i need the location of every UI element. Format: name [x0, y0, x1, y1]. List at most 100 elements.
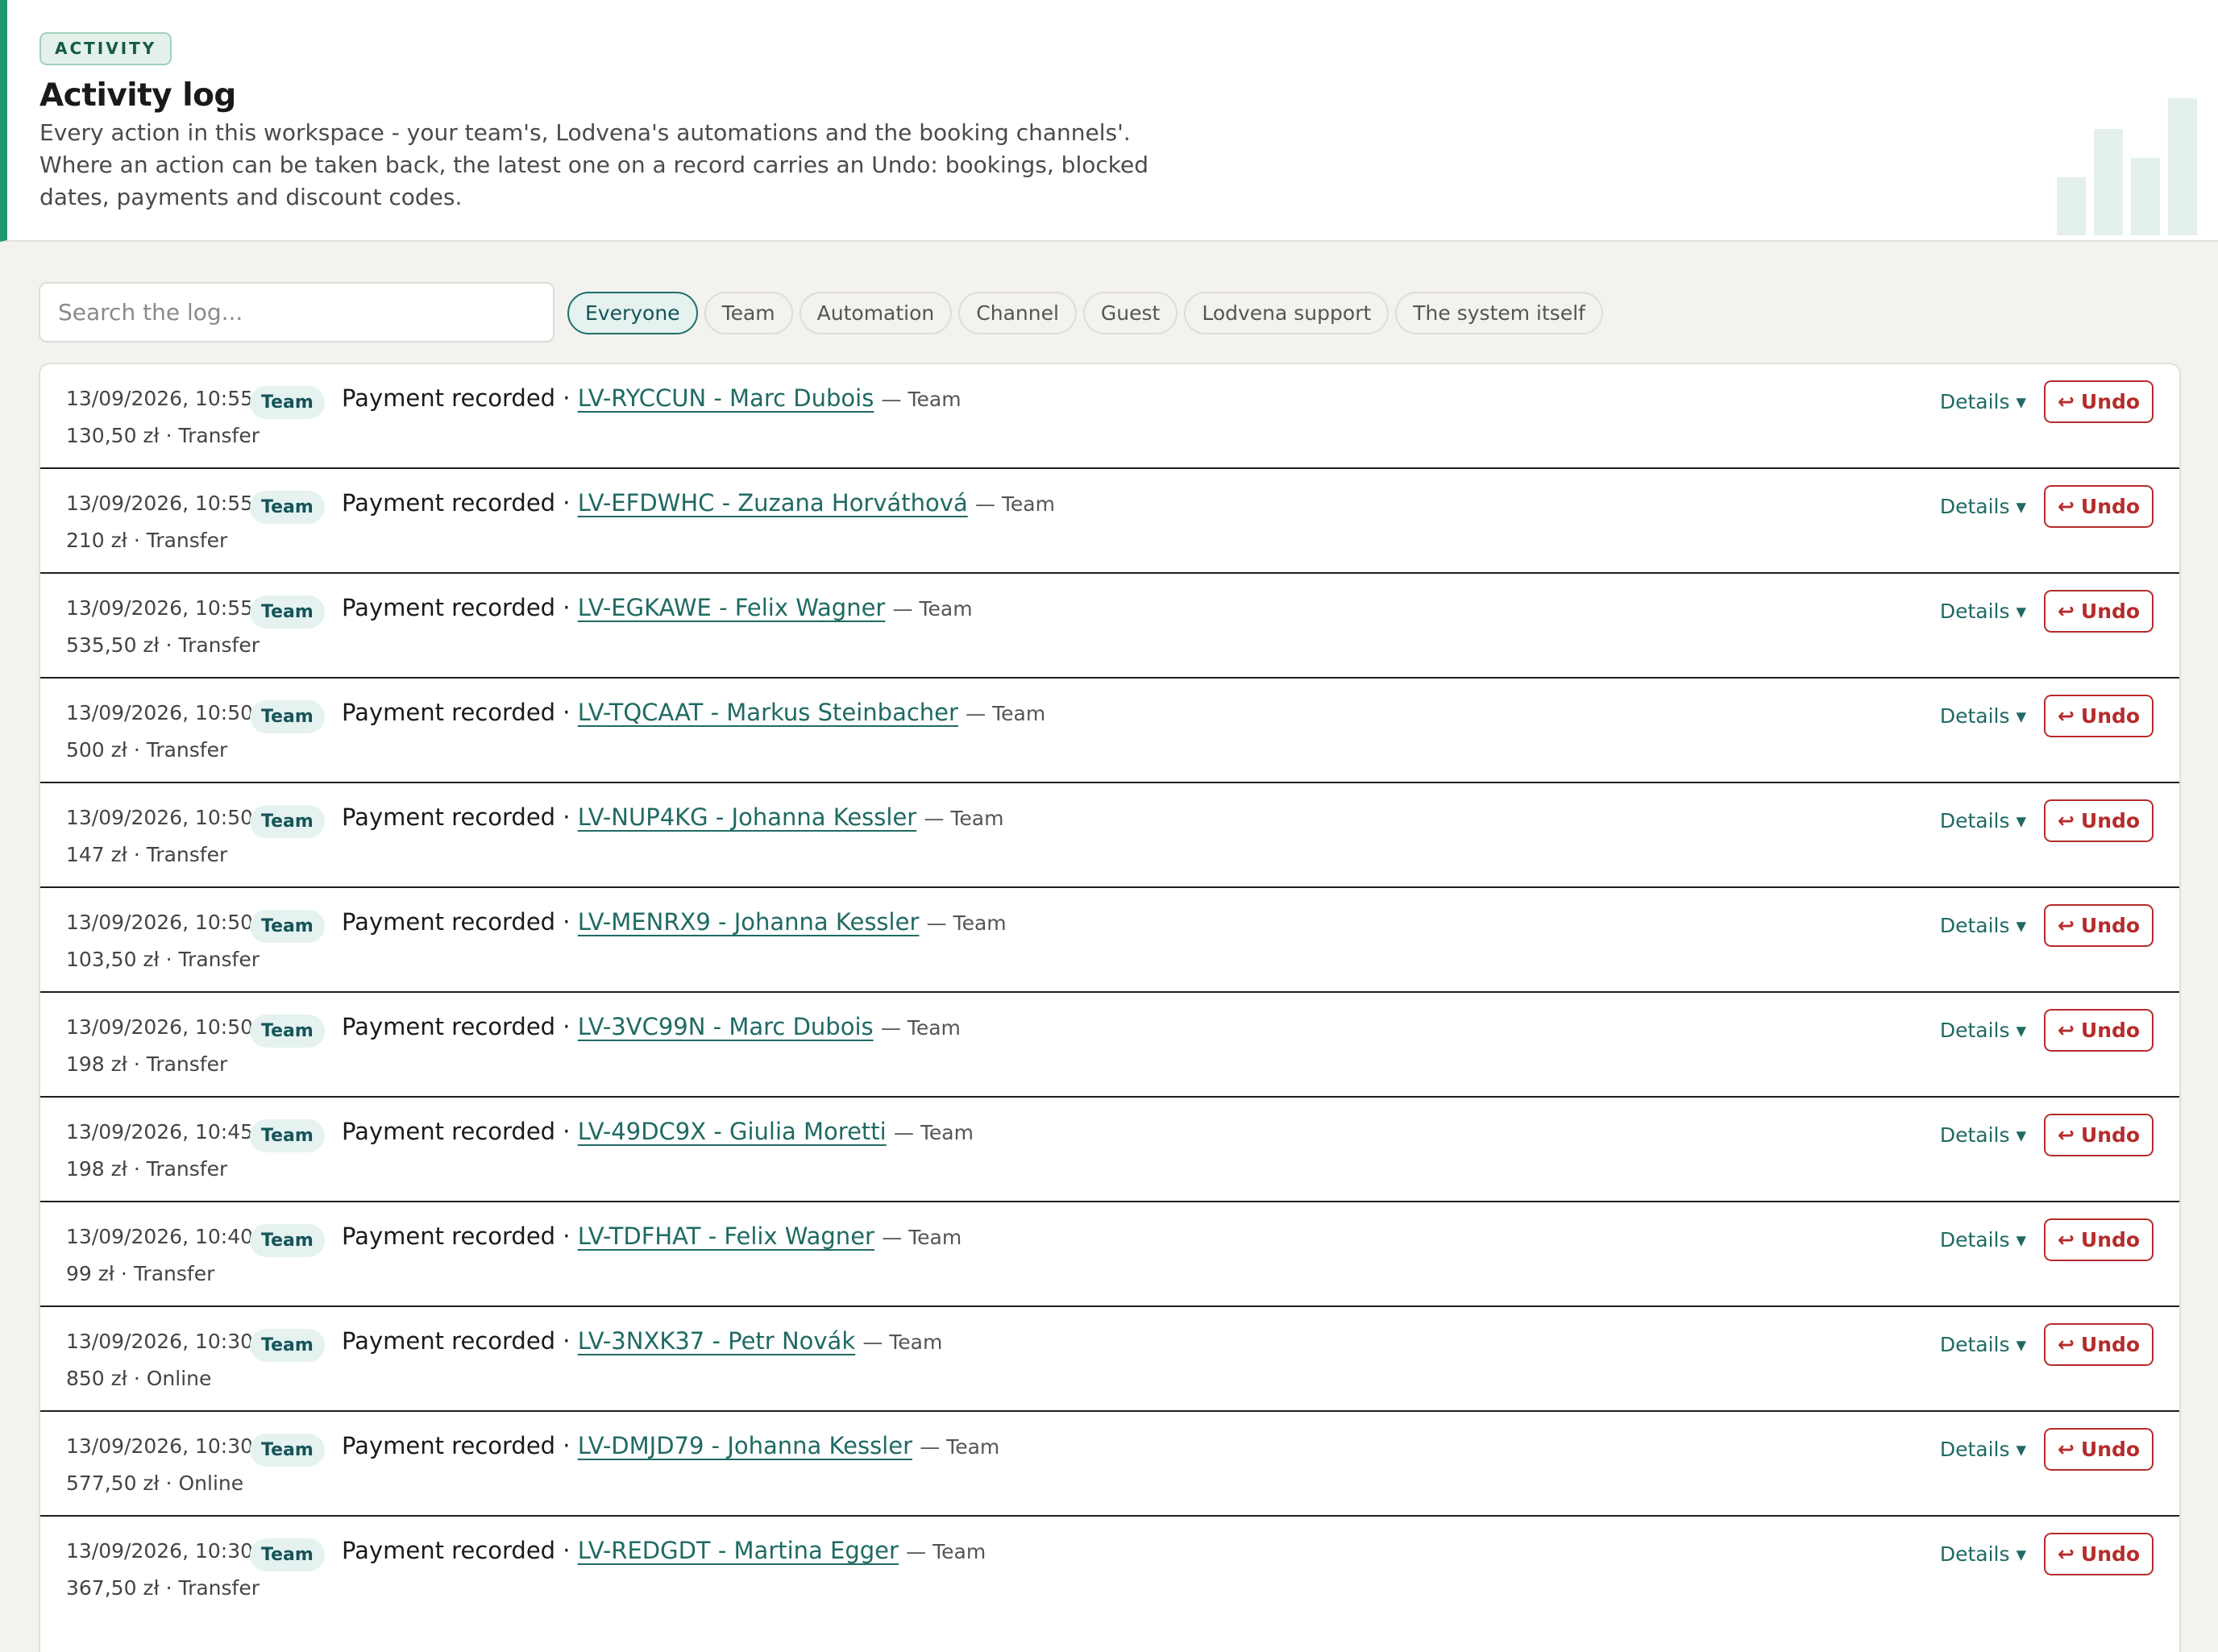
undo-button[interactable]: ↩ Undo [2044, 904, 2154, 947]
filter-chip-the-system-itself[interactable]: The system itself [1395, 292, 1603, 334]
entry-actor-label: — Team [862, 1330, 943, 1354]
list-item: 13/09/2026, 10:50 Team Payment recorded · … [40, 888, 2179, 993]
entry-detail: 99 zł · Transfer [66, 1262, 215, 1285]
entry-action: Payment recorded [342, 1537, 556, 1564]
undo-button[interactable]: ↩ Undo [2044, 485, 2154, 528]
undo-button[interactable]: ↩ Undo [2044, 590, 2154, 633]
actor-badge: Team [250, 910, 325, 943]
undo-button[interactable]: ↩ Undo [2044, 1114, 2154, 1156]
entry-detail: 210 zł · Transfer [66, 529, 228, 552]
entry-actor-label: — Team [926, 911, 1007, 935]
details-toggle[interactable]: Details ▾ [1940, 1019, 2026, 1042]
entry-actor-label: — Team [920, 1435, 1000, 1459]
actor-badge: Team [250, 386, 325, 419]
filter-chip-guest[interactable]: Guest [1082, 292, 1178, 334]
details-toggle[interactable]: Details ▾ [1940, 809, 2026, 832]
details-toggle[interactable]: Details ▾ [1940, 914, 2026, 937]
booking-link[interactable]: LV-TQCAAT - Markus Steinbacher [578, 699, 958, 726]
entry-summary: Payment recorded · LV-EFDWHC - Zuzana Ho… [342, 489, 1055, 517]
entry-summary: Payment recorded · LV-EGKAWE - Felix Wag… [342, 594, 973, 621]
booking-link[interactable]: LV-MENRX9 - Johanna Kessler [578, 908, 920, 936]
details-toggle[interactable]: Details ▾ [1940, 1123, 2026, 1147]
entry-actor-label: — Team [892, 597, 973, 621]
details-toggle[interactable]: Details ▾ [1940, 495, 2026, 518]
entry-timestamp: 13/09/2026, 10:30 [66, 1434, 254, 1458]
undo-icon: ↩ [2057, 1438, 2075, 1461]
booking-link[interactable]: LV-NUP4KG - Johanna Kessler [578, 803, 916, 831]
booking-link[interactable]: LV-REDGDT - Martina Egger [578, 1537, 899, 1564]
list-item: 13/09/2026, 10:50 Team Payment recorded · … [40, 679, 2179, 783]
entry-action: Payment recorded [342, 1118, 556, 1145]
entry-summary: Payment recorded · LV-3VC99N - Marc Dubo… [342, 1013, 961, 1040]
entry-timestamp: 13/09/2026, 10:55 [66, 596, 254, 620]
entry-actor-label: — Team [882, 1226, 962, 1249]
booking-link[interactable]: LV-TDFHAT - Felix Wagner [578, 1222, 874, 1250]
filter-chip-everyone[interactable]: Everyone [567, 292, 698, 334]
undo-button[interactable]: ↩ Undo [2044, 1218, 2154, 1261]
entry-timestamp: 13/09/2026, 10:55 [66, 387, 254, 410]
list-item: 13/09/2026, 10:55 Team Payment recorded · … [40, 574, 2179, 679]
undo-button[interactable]: ↩ Undo [2044, 1323, 2154, 1366]
entry-summary: Payment recorded · LV-49DC9X - Giulia Mo… [342, 1118, 974, 1145]
undo-icon: ↩ [2057, 914, 2075, 937]
details-toggle[interactable]: Details ▾ [1940, 1542, 2026, 1566]
booking-link[interactable]: LV-RYCCUN - Marc Dubois [578, 384, 874, 412]
list-item: 13/09/2026, 10:40 Team Payment recorded · … [40, 1202, 2179, 1307]
separator-dot: · [555, 1013, 578, 1040]
undo-label: Undo [2080, 600, 2141, 623]
booking-link[interactable]: LV-EGKAWE - Felix Wagner [578, 594, 886, 621]
list-item: 13/09/2026, 10:55 Team Payment recorded · … [40, 469, 2179, 574]
actor-badge: Team [250, 596, 325, 629]
undo-button[interactable]: ↩ Undo [2044, 1428, 2154, 1471]
search-input[interactable] [39, 282, 554, 342]
undo-button[interactable]: ↩ Undo [2044, 695, 2154, 737]
list-item: 13/09/2026, 10:55 Team Payment recorded · … [40, 364, 2179, 469]
details-toggle[interactable]: Details ▾ [1940, 1333, 2026, 1356]
entry-action: Payment recorded [342, 594, 556, 621]
filter-chip-lodvena-support[interactable]: Lodvena support [1184, 292, 1389, 334]
undo-label: Undo [2080, 704, 2141, 728]
entry-action: Payment recorded [342, 1327, 556, 1355]
entry-action: Payment recorded [342, 803, 556, 831]
filter-chip-channel[interactable]: Channel [958, 292, 1077, 334]
booking-link[interactable]: LV-3NXK37 - Petr Novák [578, 1327, 855, 1355]
details-toggle[interactable]: Details ▾ [1940, 704, 2026, 728]
filter-chip-automation[interactable]: Automation [799, 292, 953, 334]
list-item: 13/09/2026, 10:30 Team Payment recorded · … [40, 1412, 2179, 1517]
activity-list: 13/09/2026, 10:55 Team Payment recorded · … [39, 363, 2181, 1652]
entry-detail: 198 zł · Transfer [66, 1052, 228, 1076]
separator-dot: · [555, 594, 578, 621]
separator-dot: · [555, 1537, 578, 1564]
details-toggle[interactable]: Details ▾ [1940, 600, 2026, 623]
undo-icon: ↩ [2057, 495, 2075, 518]
actor-badge: Team [250, 1224, 325, 1257]
undo-icon: ↩ [2057, 600, 2075, 623]
entry-actor-label: — Team [906, 1540, 986, 1563]
undo-button[interactable]: ↩ Undo [2044, 799, 2154, 842]
booking-link[interactable]: LV-3VC99N - Marc Dubois [578, 1013, 874, 1040]
undo-button[interactable]: ↩ Undo [2044, 380, 2154, 423]
entry-action: Payment recorded [342, 489, 556, 517]
filter-chip-team[interactable]: Team [704, 292, 793, 334]
booking-link[interactable]: LV-49DC9X - Giulia Moretti [578, 1118, 887, 1145]
undo-button[interactable]: ↩ Undo [2044, 1009, 2154, 1052]
entry-detail: 367,50 zł · Transfer [66, 1576, 260, 1600]
undo-label: Undo [2080, 1542, 2141, 1566]
entry-action: Payment recorded [342, 1013, 556, 1040]
entry-detail: 198 zł · Transfer [66, 1157, 228, 1181]
details-toggle[interactable]: Details ▾ [1940, 390, 2026, 413]
booking-link[interactable]: LV-EFDWHC - Zuzana Horváthová [578, 489, 968, 517]
entry-summary: Payment recorded · LV-NUP4KG - Johanna K… [342, 803, 1003, 831]
entry-actor-label: — Team [880, 1016, 961, 1040]
booking-link[interactable]: LV-DMJD79 - Johanna Kessler [578, 1432, 912, 1459]
actor-badge: Team [250, 1119, 325, 1152]
details-toggle[interactable]: Details ▾ [1940, 1228, 2026, 1251]
undo-label: Undo [2080, 1228, 2141, 1251]
entry-detail: 535,50 zł · Transfer [66, 633, 260, 657]
undo-label: Undo [2080, 809, 2141, 832]
entry-actor-label: — Team [966, 702, 1046, 725]
entry-action: Payment recorded [342, 699, 556, 726]
page-description: Every action in this workspace - your te… [39, 119, 1148, 210]
undo-button[interactable]: ↩ Undo [2044, 1533, 2154, 1575]
details-toggle[interactable]: Details ▾ [1940, 1438, 2026, 1461]
